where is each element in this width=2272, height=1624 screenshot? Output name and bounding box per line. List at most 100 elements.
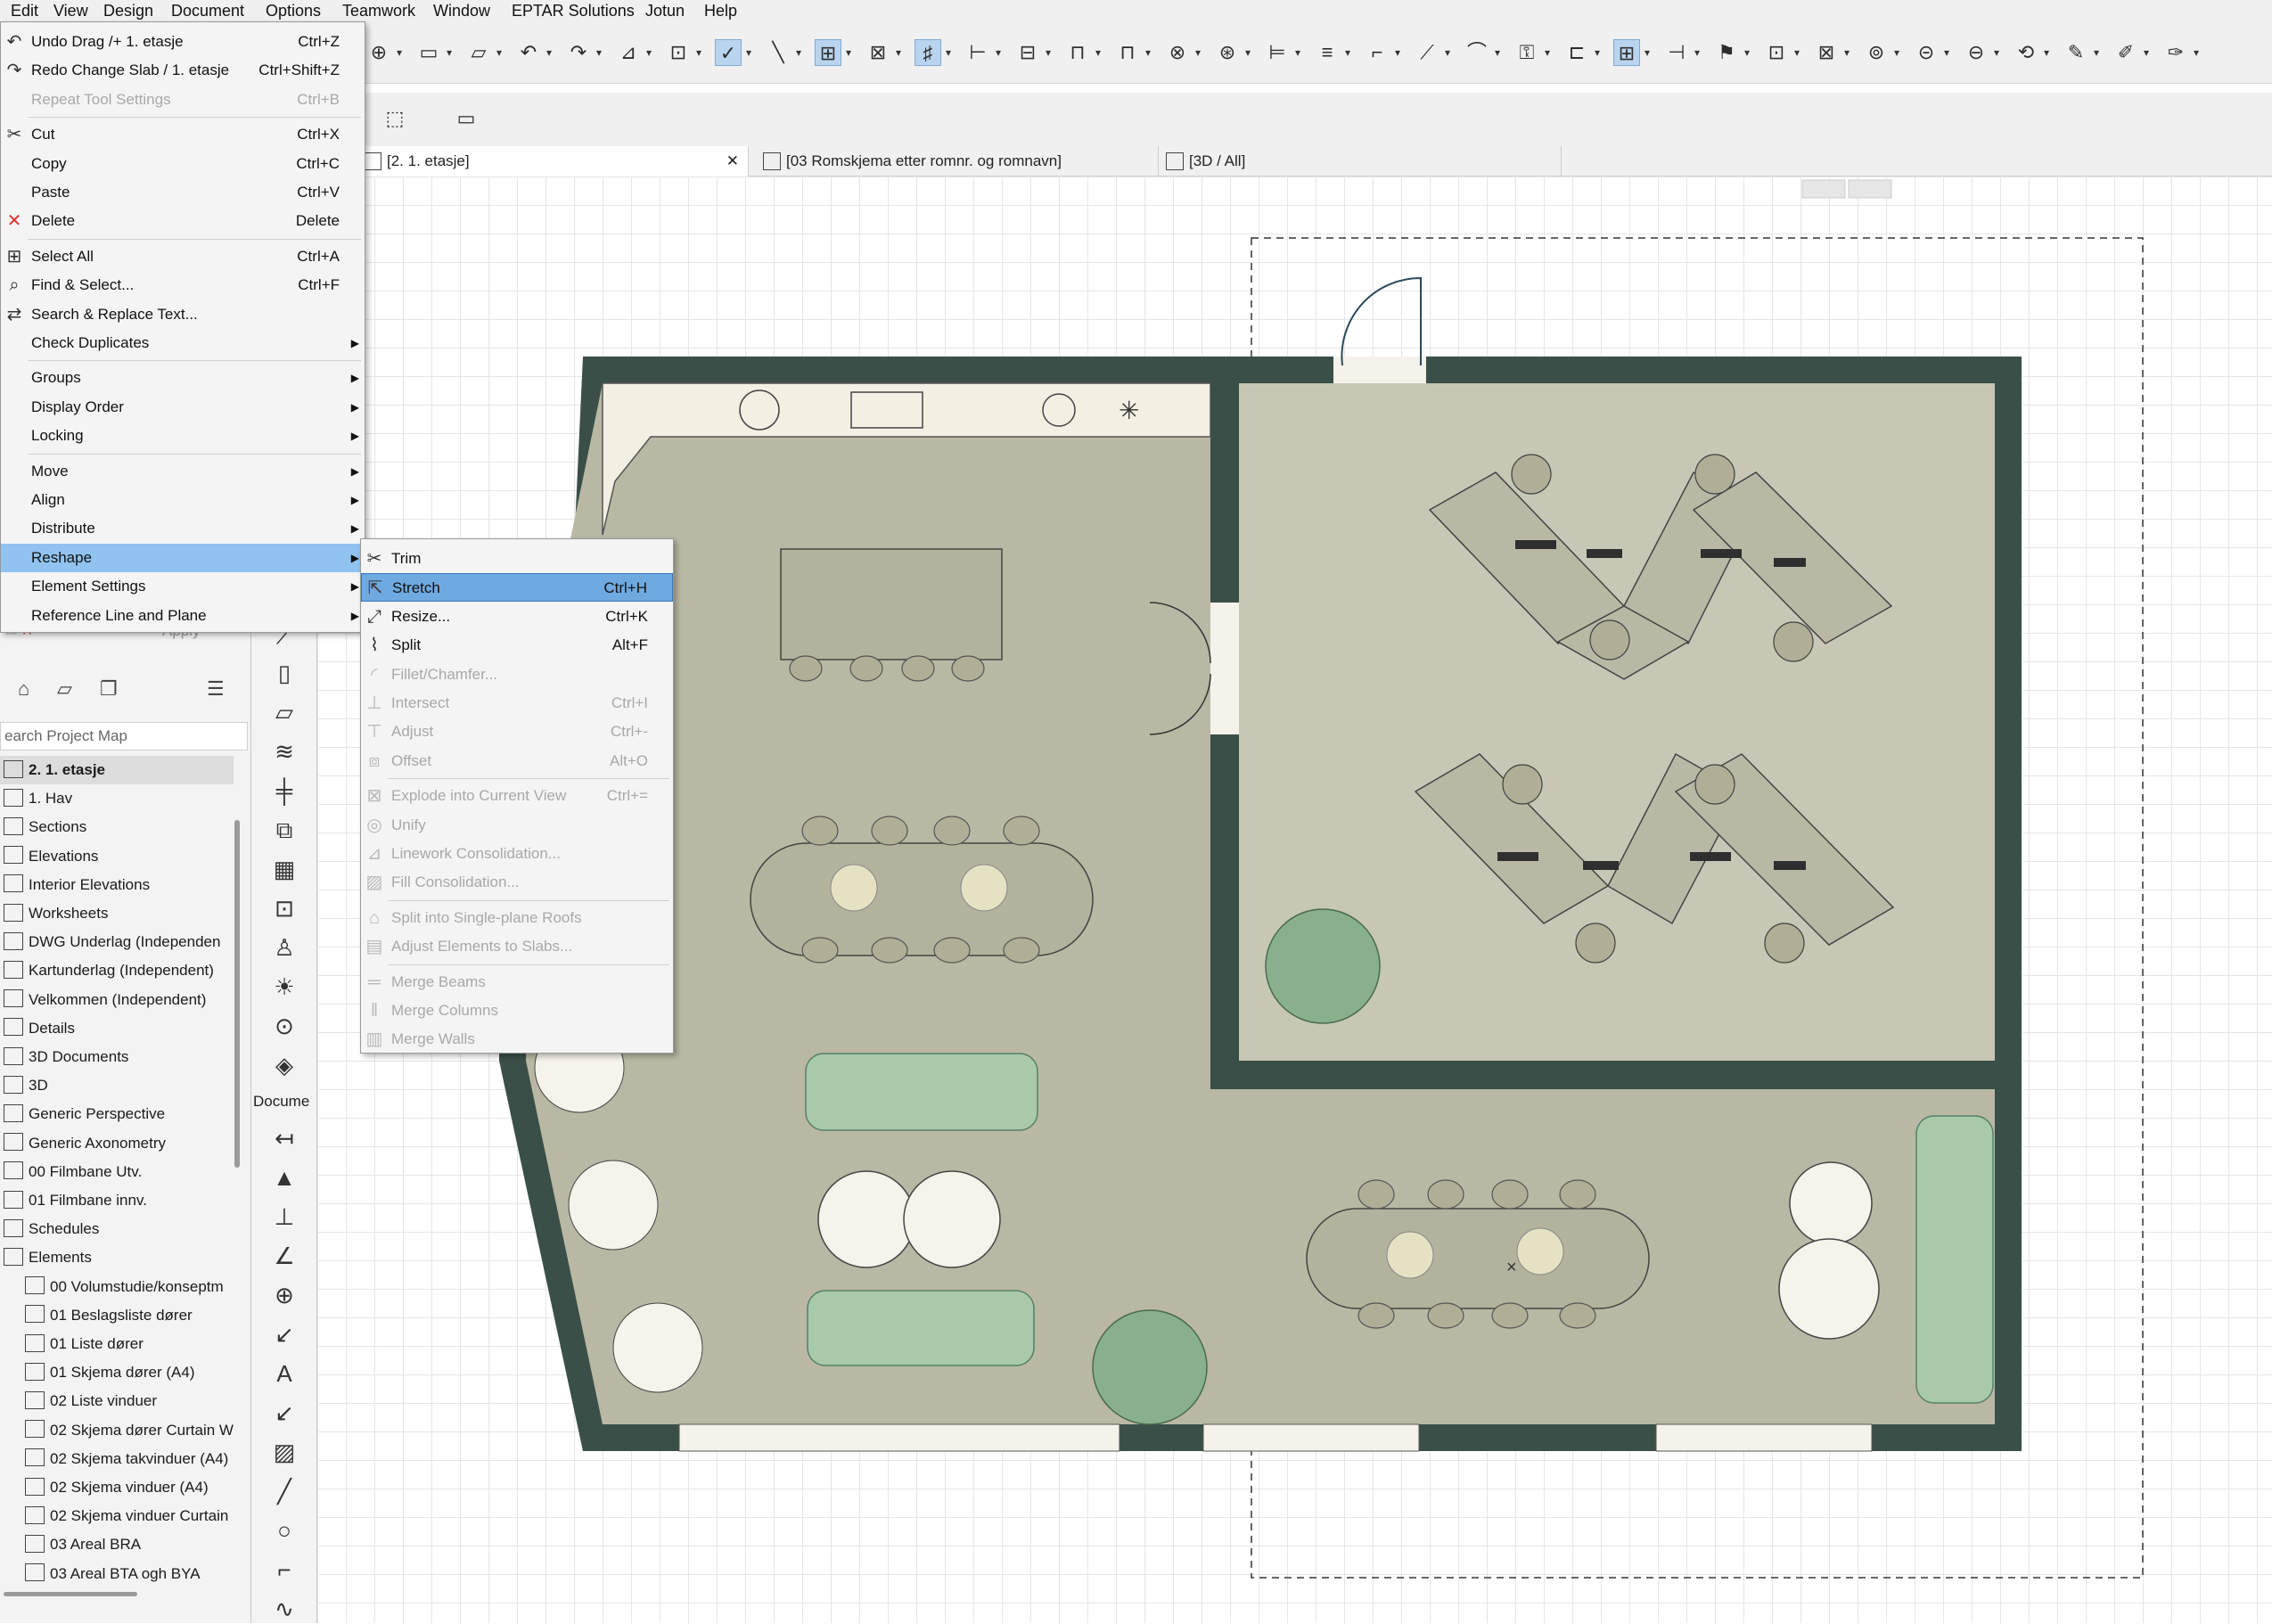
project-map-search[interactable]: earch Project Map — [0, 722, 248, 750]
label-text-tool-icon[interactable]: ↙ — [269, 1398, 299, 1428]
toolbar-tool-icon[interactable]: ⊝ — [1913, 39, 1940, 66]
project-map-item[interactable]: Elements — [0, 1243, 234, 1272]
toolbar-dropdown-icon[interactable]: ▾ — [1991, 39, 2002, 66]
project-map-item[interactable]: 02 Skjema takvinduer (A4) — [0, 1445, 234, 1473]
label-tool-icon[interactable]: ↙ — [269, 1319, 299, 1349]
line-tool-icon[interactable]: ╱ — [269, 1476, 299, 1506]
menu-item-select-all[interactable]: ⊞ Select All Ctrl+A — [1, 242, 365, 271]
toolbar-dropdown-icon[interactable]: ▾ — [1941, 39, 1952, 66]
toolbar-tool-icon[interactable]: ✐ — [2112, 39, 2139, 66]
toolbar-dropdown-icon[interactable]: ▾ — [1093, 39, 1103, 66]
toolbar-dropdown-icon[interactable]: ▾ — [594, 39, 604, 66]
toolbar-dropdown-icon[interactable]: ▾ — [1891, 39, 1902, 66]
toolbar-dropdown-icon[interactable]: ▾ — [1043, 39, 1054, 66]
menu-jotun[interactable]: Jotun — [644, 0, 686, 21]
toolbar-tool-icon[interactable]: ⊗ — [1164, 39, 1191, 66]
toolbar-dropdown-icon[interactable]: ▾ — [1742, 39, 1752, 66]
menu-item-align[interactable]: Align ▶ — [1, 486, 365, 514]
text-tool-icon[interactable]: A — [269, 1358, 299, 1389]
toolbar-dropdown-icon[interactable]: ▾ — [1592, 39, 1603, 66]
project-map-item[interactable]: 00 Filmbane Utv. — [0, 1158, 234, 1186]
angle-dimension-icon[interactable]: ∠ — [269, 1241, 299, 1271]
toolbar-tool-icon[interactable]: ⊣ — [1663, 39, 1690, 66]
toolbar-tool-icon[interactable]: ♯ — [915, 39, 941, 66]
stair-tool-icon[interactable]: ≋ — [269, 736, 299, 767]
toolbar-tool-icon[interactable]: ⊢ — [964, 39, 991, 66]
project-map-item[interactable]: Details — [0, 1014, 234, 1043]
toolbar-dropdown-icon[interactable]: ▾ — [1792, 39, 1802, 66]
menu-item-move[interactable]: Move ▶ — [1, 457, 365, 486]
toolbar-dropdown-icon[interactable]: ▾ — [693, 39, 704, 66]
tab-3d[interactable]: [3D / All] — [1159, 146, 1562, 176]
toolbar-dropdown-icon[interactable]: ▾ — [544, 39, 554, 66]
toolbar-dropdown-icon[interactable]: ▾ — [1143, 39, 1153, 66]
toolbar-dropdown-icon[interactable]: ▾ — [1243, 39, 1253, 66]
toolbar-tool-icon[interactable]: ⊟ — [1014, 39, 1041, 66]
project-map-item[interactable]: 01 Liste dører — [0, 1330, 234, 1358]
toolbar-tool-icon[interactable]: ⊕ — [365, 39, 392, 66]
polyline-tool-icon[interactable]: ⌐ — [269, 1554, 299, 1585]
menu-item-redo-change-slab-1-etasje[interactable]: ↷ Redo Change Slab / 1. etasje Ctrl+Shift+… — [1, 56, 365, 85]
zone-tool-icon[interactable]: ⊙ — [269, 1011, 299, 1041]
toolbar-dropdown-icon[interactable]: ▾ — [993, 39, 1004, 66]
menu-view[interactable]: View — [52, 0, 90, 21]
toolbar-tool-icon[interactable]: ⟲ — [2013, 39, 2039, 66]
project-map-item[interactable]: 02 Skjema vinduer (A4) — [0, 1473, 234, 1502]
column-tool-icon[interactable]: ▯ — [269, 658, 299, 688]
menu-item-paste[interactable]: Paste Ctrl+V — [1, 178, 365, 207]
menu-item-resize[interactable]: ⤢ Resize... Ctrl+K — [361, 603, 673, 631]
menu-document[interactable]: Document — [169, 0, 246, 21]
toolbar-tool-icon[interactable]: ⊓ — [1064, 39, 1091, 66]
toolbar-tool-icon[interactable]: ⊚ — [1863, 39, 1890, 66]
circle-tool-icon[interactable]: ○ — [269, 1515, 299, 1546]
project-map-item[interactable]: 03 Areal BRA — [0, 1530, 234, 1559]
menu-item-distribute[interactable]: Distribute ▶ — [1, 514, 365, 543]
toolbar-tool-icon[interactable]: ⌒ — [1464, 39, 1490, 66]
lamp-tool-icon[interactable]: ☀ — [269, 972, 299, 1002]
elevation-dimension-icon[interactable]: ⊕ — [269, 1280, 299, 1310]
toolbar-tool-icon[interactable]: ╲ — [765, 39, 792, 66]
toolbar-tool-icon[interactable]: ⊡ — [1763, 39, 1790, 66]
project-map-item[interactable]: 01 Filmbane innv. — [0, 1186, 234, 1215]
toolbar-dropdown-icon[interactable]: ▾ — [1193, 39, 1203, 66]
toolbar-tool-icon[interactable]: ≡ — [1314, 39, 1341, 66]
project-map-item[interactable]: Elevations — [0, 842, 234, 871]
toolbar-dropdown-icon[interactable]: ▾ — [1692, 39, 1702, 66]
menu-item-reshape[interactable]: Reshape ▶ — [1, 543, 365, 572]
toolbar-tool-icon[interactable]: ⊞ — [815, 39, 841, 66]
toolbar-tool-icon[interactable]: ⊠ — [1813, 39, 1840, 66]
toolbar-tool-icon[interactable]: ⚑ — [1713, 39, 1740, 66]
toolbar-tool-icon[interactable]: ⊞ — [1613, 39, 1640, 66]
project-map-item[interactable]: 03 Areal BTA ogh BYA — [0, 1560, 234, 1588]
menu-design[interactable]: Design — [102, 0, 155, 21]
project-map-item[interactable]: Generic Axonometry — [0, 1129, 234, 1158]
toolbar-dropdown-icon[interactable]: ▾ — [743, 39, 754, 66]
toolbar-dropdown-icon[interactable]: ▾ — [2041, 39, 2052, 66]
toolbar-tool-icon[interactable]: ✑ — [2162, 39, 2189, 66]
menu-item-locking[interactable]: Locking ▶ — [1, 422, 365, 450]
toolbar-dropdown-icon[interactable]: ▾ — [1392, 39, 1403, 66]
layout-book-icon[interactable]: ❐ — [100, 677, 118, 701]
radial-dimension-icon[interactable]: ⊥ — [269, 1202, 299, 1232]
menu-item-trim[interactable]: ✂ Trim — [361, 545, 673, 573]
toolbar-tool-icon[interactable]: ⊓ — [1114, 39, 1141, 66]
menu-item-groups[interactable]: Groups ▶ — [1, 364, 365, 392]
project-map-item[interactable]: Kartunderlag (Independent) — [0, 956, 234, 985]
toolbar-dropdown-icon[interactable]: ▾ — [1492, 39, 1503, 66]
toolbar-dropdown-icon[interactable]: ▾ — [843, 39, 854, 66]
chair-tool-icon[interactable]: ♙ — [269, 932, 299, 963]
menu-edit[interactable]: Edit — [9, 0, 40, 21]
toolbar-tool-icon[interactable]: ✎ — [2063, 39, 2089, 66]
toolbar-tool-icon[interactable]: ⊠ — [865, 39, 891, 66]
toolbar-tool-icon[interactable]: ⊛ — [1214, 39, 1241, 66]
menu-item-reference-line-and-plane[interactable]: Reference Line and Plane ▶ — [1, 602, 365, 630]
project-map-item[interactable]: Velkommen (Independent) — [0, 986, 234, 1014]
menu-item-find-select[interactable]: ⌕ Find & Select... Ctrl+F — [1, 271, 365, 299]
toolbar-dropdown-icon[interactable]: ▾ — [1442, 39, 1453, 66]
level-tool-icon[interactable]: ▲ — [269, 1162, 299, 1193]
menu-teamwork[interactable]: Teamwork — [340, 0, 417, 21]
menu-item-search-replace-text[interactable]: ⇄ Search & Replace Text... — [1, 300, 365, 329]
project-map-item[interactable]: Interior Elevations — [0, 871, 234, 899]
toolbar-dropdown-icon[interactable]: ▾ — [1841, 39, 1852, 66]
project-map-item[interactable]: 01 Skjema dører (A4) — [0, 1358, 234, 1387]
